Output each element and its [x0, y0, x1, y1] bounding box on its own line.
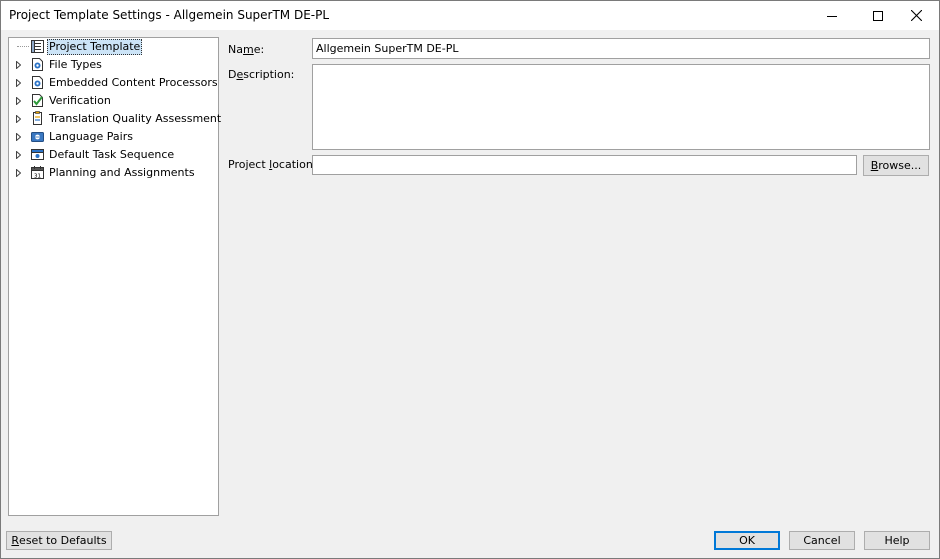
- project-location-label: Project location:: [228, 158, 317, 171]
- window-title: Project Template Settings - Allgemein Su…: [9, 8, 330, 22]
- tree-item-label: Default Task Sequence: [49, 148, 175, 161]
- chevron-right-icon: [15, 169, 21, 177]
- calendar-icon: 31: [31, 166, 44, 179]
- expand-arrow[interactable]: [13, 150, 23, 160]
- name-field[interactable]: Allgemein SuperTM DE-PL: [312, 38, 930, 59]
- tree-item-label: Language Pairs: [49, 130, 133, 143]
- close-icon: [910, 10, 922, 21]
- settings-tree[interactable]: Project Template File Types Embedded Con…: [8, 37, 221, 516]
- embedded-content-icon: [32, 76, 43, 89]
- tree-item-verification[interactable]: Verification: [9, 92, 214, 110]
- tree-item-label: Project Template: [47, 39, 143, 55]
- chevron-right-icon: [15, 61, 21, 69]
- tree-item-language-pairs[interactable]: Language Pairs: [9, 128, 214, 146]
- chevron-right-icon: [15, 115, 21, 123]
- tree-item-label: Embedded Content Processors: [49, 76, 218, 89]
- expand-arrow[interactable]: [13, 96, 23, 106]
- help-button[interactable]: Help: [864, 531, 930, 550]
- task-sequence-icon: [31, 149, 44, 160]
- tree-item-embedded-content-processors[interactable]: Embedded Content Processors: [9, 74, 218, 92]
- tree-item-label: Verification: [49, 94, 111, 107]
- close-button[interactable]: [893, 1, 939, 30]
- dialog-window: Project Template Settings - Allgemein Su…: [0, 0, 940, 559]
- file-types-icon: [32, 58, 43, 71]
- tree-item-file-types[interactable]: File Types: [9, 56, 214, 74]
- tree-item-label: File Types: [49, 58, 102, 71]
- project-template-icon: [31, 40, 44, 53]
- maximize-icon: [873, 10, 883, 21]
- verification-icon: [32, 94, 43, 107]
- minimize-button[interactable]: [809, 1, 855, 30]
- tree-connector: [17, 46, 29, 47]
- title-bar[interactable]: Project Template Settings - Allgemein Su…: [1, 1, 939, 30]
- expand-arrow[interactable]: [13, 132, 23, 142]
- tqa-icon: [33, 111, 42, 125]
- tree-item-label: Planning and Assignments: [49, 166, 195, 179]
- chevron-right-icon: [15, 133, 21, 141]
- cancel-button[interactable]: Cancel: [789, 531, 855, 550]
- expand-arrow[interactable]: [13, 78, 23, 88]
- chevron-right-icon: [15, 79, 21, 87]
- tree-item-label: Translation Quality Assessment: [49, 112, 222, 125]
- svg-text:31: 31: [34, 173, 41, 179]
- description-label: Description:: [228, 68, 295, 81]
- chevron-right-icon: [15, 97, 21, 105]
- language-pairs-icon: [31, 132, 44, 142]
- browse-button[interactable]: Browse...: [863, 155, 929, 176]
- tree-item-project-template[interactable]: Project Template: [9, 38, 214, 56]
- chevron-right-icon: [15, 151, 21, 159]
- tree-item-planning-and-assignments[interactable]: 31 Planning and Assignments: [9, 164, 214, 182]
- ok-button[interactable]: OK: [714, 531, 780, 550]
- name-field-value: Allgemein SuperTM DE-PL: [316, 42, 459, 55]
- project-location-field[interactable]: [312, 155, 857, 175]
- tree-item-default-task-sequence[interactable]: Default Task Sequence: [9, 146, 214, 164]
- description-field[interactable]: [312, 64, 930, 150]
- name-label: Name:: [228, 43, 265, 56]
- tree-item-translation-quality-assessment[interactable]: Translation Quality Assessment: [9, 110, 221, 128]
- expand-arrow[interactable]: [13, 60, 23, 70]
- expand-arrow[interactable]: [13, 168, 23, 178]
- expand-arrow[interactable]: [13, 114, 23, 124]
- minimize-icon: [827, 15, 837, 17]
- reset-to-defaults-button[interactable]: Reset to Defaults: [6, 531, 112, 550]
